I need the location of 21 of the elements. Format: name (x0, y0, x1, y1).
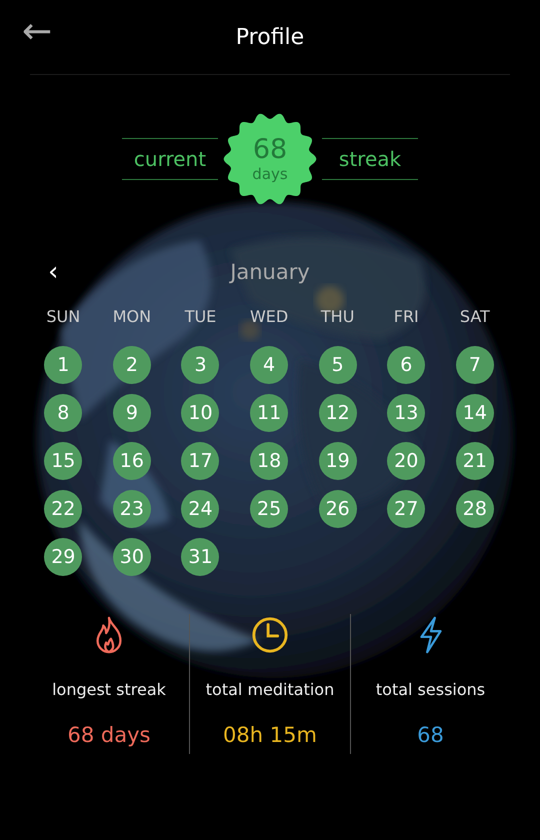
weekday-label: MON (112, 306, 152, 328)
previous-month-button[interactable]: ‹ (48, 259, 58, 285)
month-title: January (230, 260, 310, 284)
weekday-label: TUE (184, 306, 218, 328)
stat-label: total sessions (376, 680, 486, 699)
weekday-label: WED (248, 306, 290, 328)
streak-label: current (122, 138, 218, 180)
stat-value: 08h 15m (223, 723, 317, 747)
streak-badge: 68 days (222, 111, 318, 207)
stat-value: 68 days (68, 723, 150, 747)
calendar-day[interactable]: 29 (44, 538, 82, 576)
streak-label: streak (322, 138, 418, 180)
stat-label: longest streak (52, 680, 166, 699)
stat-label: total meditation (206, 680, 334, 699)
back-arrow-icon[interactable]: ← (22, 14, 52, 50)
page-title: Profile (236, 24, 304, 50)
weekday-label: THU (320, 306, 356, 328)
weekday-label: SUN (45, 306, 82, 328)
weekday-label: SAT (458, 306, 491, 328)
stat-value: 68 (417, 723, 444, 747)
weekday-label: FRI (392, 306, 420, 328)
